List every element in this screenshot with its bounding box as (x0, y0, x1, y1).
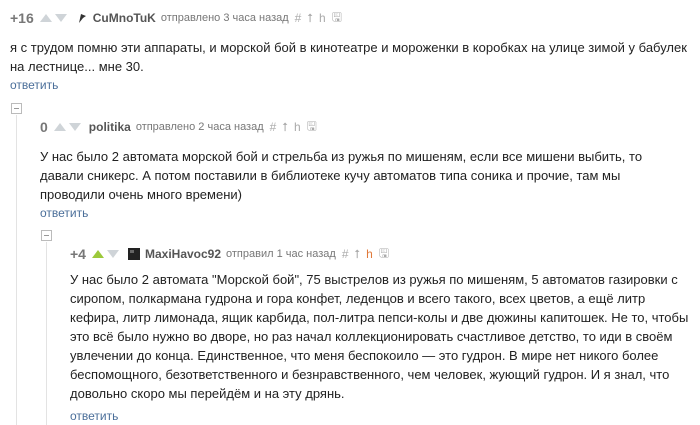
reply-link[interactable]: ответить (70, 409, 690, 423)
comment-header: 0 politika отправлено 2 часа назад # ⭡ h… (40, 117, 680, 137)
comment-timestamp: отправил 1 час назад (226, 248, 336, 260)
save-icon[interactable]: 🖫 (307, 117, 317, 138)
comment-rating: +16 (10, 10, 34, 26)
vote-down-icon[interactable] (68, 123, 81, 131)
thread-line (16, 115, 17, 425)
thread-line (46, 242, 47, 425)
vote-controls (53, 123, 81, 131)
parent-arrow-icon[interactable]: ⭡ (282, 120, 288, 135)
permalink-icon[interactable]: # (295, 11, 302, 25)
comment-3: +4 MaxiHavoc92 отправил 1 час назад # ⭡ … (70, 244, 690, 424)
reply-link[interactable]: ответить (40, 206, 680, 220)
permalink-icon[interactable]: # (270, 120, 277, 134)
comment-timestamp: отправлено 2 часа назад (135, 121, 264, 133)
comment-author[interactable]: politika (89, 120, 131, 134)
permalink-icon[interactable]: # (342, 247, 349, 261)
comment-rating: +4 (70, 246, 86, 262)
comment-1: +16 CuMnoTuK отправлено 3 часа назад # ⭡… (10, 8, 690, 93)
vote-down-icon[interactable] (106, 250, 119, 258)
vote-up-icon[interactable] (39, 14, 52, 22)
avatar-icon[interactable] (127, 247, 141, 261)
vote-up-icon[interactable] (53, 123, 66, 131)
thread-icon[interactable]: h (366, 247, 373, 261)
reply-link[interactable]: ответить (10, 78, 690, 92)
comment-2: 0 politika отправлено 2 часа назад # ⭡ h… (40, 117, 680, 221)
avatar-icon[interactable] (75, 11, 89, 25)
comment-header: +4 MaxiHavoc92 отправил 1 час назад # ⭡ … (70, 244, 690, 264)
parent-arrow-icon[interactable]: ⭡ (307, 11, 313, 26)
parent-arrow-icon[interactable]: ⭡ (355, 247, 361, 262)
vote-down-icon[interactable] (54, 14, 67, 22)
thread-icon[interactable]: h (319, 11, 326, 25)
comment-author[interactable]: MaxiHavoc92 (145, 247, 221, 261)
comment-tools: # ⭡ h 🖫 (270, 117, 317, 138)
collapse-icon[interactable] (11, 103, 22, 114)
comment-text: У нас было 2 автомата морской бой и стре… (40, 149, 643, 202)
thread-icon[interactable]: h (294, 120, 301, 134)
save-icon[interactable]: 🖫 (379, 244, 389, 265)
comment-header: +16 CuMnoTuK отправлено 3 часа назад # ⭡… (10, 8, 690, 28)
comment-text: я с трудом помню эти аппараты, и морской… (10, 40, 687, 74)
vote-controls (39, 14, 67, 22)
comment-author[interactable]: CuMnoTuK (93, 11, 156, 25)
save-icon[interactable]: 🖫 (332, 8, 342, 29)
comment-timestamp: отправлено 3 часа назад (160, 12, 289, 24)
comment-tools: # ⭡ h 🖫 (295, 8, 342, 29)
comment-tools: # ⭡ h 🖫 (342, 244, 389, 265)
vote-controls (91, 250, 119, 258)
collapse-icon[interactable] (41, 230, 52, 241)
vote-up-icon[interactable] (91, 250, 104, 258)
comment-text: У нас было 2 автомата "Морской бой", 75 … (70, 272, 689, 401)
comment-rating: 0 (40, 119, 48, 135)
